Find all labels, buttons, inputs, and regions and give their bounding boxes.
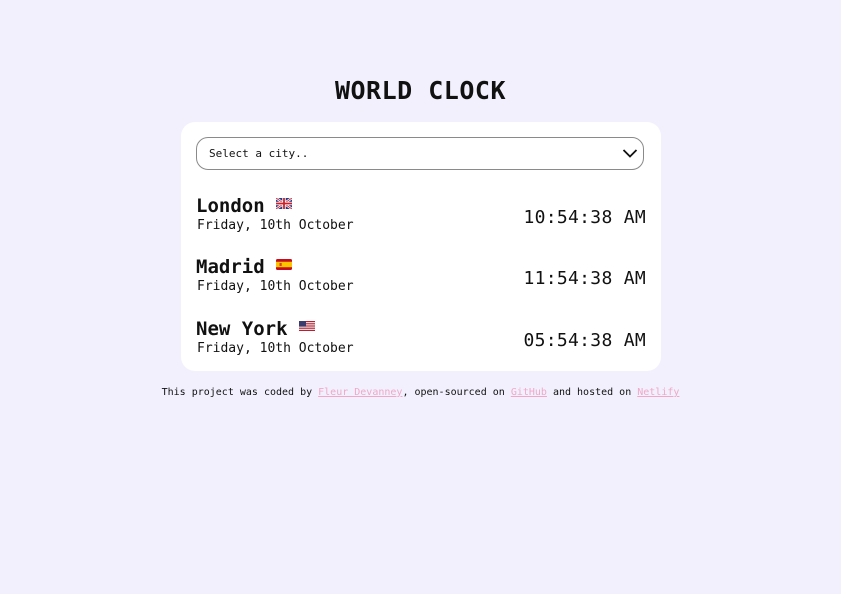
- city-time: 11:54:38 AM: [523, 268, 646, 289]
- city-date: Friday, 10th October: [197, 279, 354, 294]
- footer-text: and hosted on: [546, 387, 638, 398]
- spain-flag-icon: [275, 259, 292, 270]
- netlify-link[interactable]: Netlify: [637, 387, 679, 398]
- city-time: 10:54:38 AM: [523, 207, 646, 228]
- city-row-london: London Friday, 10th October 10:54:38 AM: [196, 195, 646, 239]
- author-link[interactable]: Fleur Devanney: [318, 387, 402, 398]
- city-row-new-york: New York Friday, 10th October 05:54:38 A…: [196, 318, 646, 362]
- github-link[interactable]: GitHub: [511, 387, 547, 398]
- city-select-placeholder: Select a city..: [209, 147, 309, 160]
- city-name: New York: [196, 318, 315, 340]
- city-name: Madrid: [196, 256, 292, 278]
- uk-flag-icon: [275, 198, 292, 209]
- footer-text: , open-sourced on: [402, 387, 511, 398]
- footer: This project was coded by Fleur Devanney…: [0, 386, 841, 399]
- chevron-down-icon: [622, 149, 638, 158]
- city-date: Friday, 10th October: [197, 218, 354, 233]
- footer-text: This project was coded by: [161, 387, 319, 398]
- city-name: London: [196, 195, 292, 217]
- clock-card: Select a city.. London Friday, 10th Octo…: [181, 122, 661, 371]
- city-time: 05:54:38 AM: [523, 330, 646, 351]
- usa-flag-icon: [298, 321, 315, 332]
- city-select[interactable]: Select a city..: [196, 137, 644, 170]
- page-title: WORLD CLOCK: [334, 76, 507, 105]
- city-date: Friday, 10th October: [197, 341, 354, 356]
- city-row-madrid: Madrid Friday, 10th October 11:54:38 AM: [196, 256, 646, 300]
